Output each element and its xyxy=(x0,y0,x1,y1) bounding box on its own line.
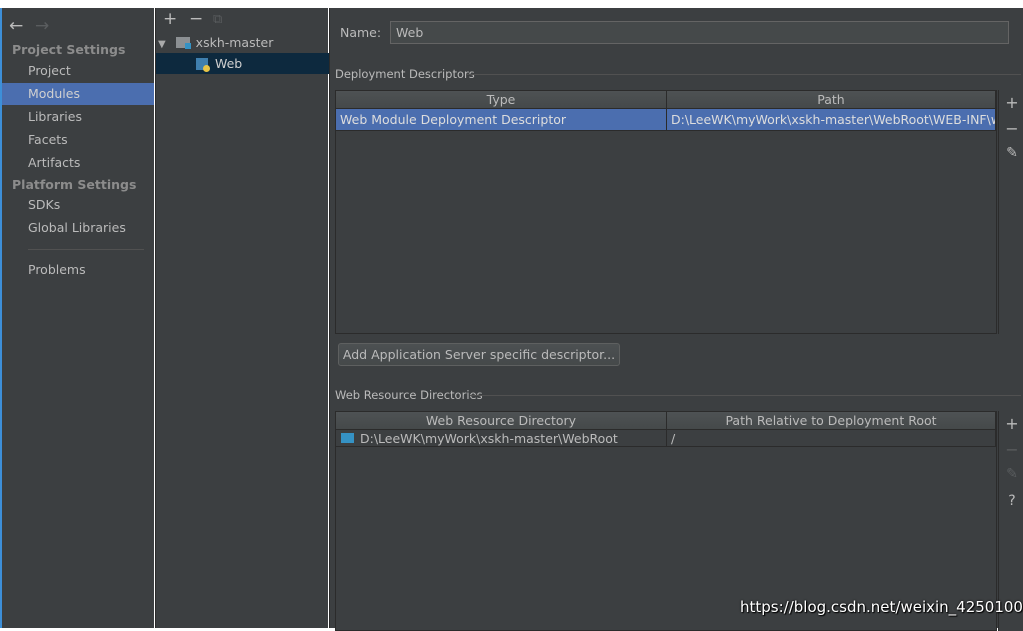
web-facet-icon xyxy=(196,58,210,72)
edit-pencil-icon[interactable]: ✎ xyxy=(999,466,1023,482)
cell-directory: D:\LeeWK\myWork\xskh-master\WebRoot xyxy=(336,430,667,447)
sidebar-item-problems[interactable]: Problems xyxy=(2,259,154,281)
column-header-type[interactable]: Type xyxy=(336,91,667,109)
section-divider xyxy=(470,395,1021,396)
name-input[interactable] xyxy=(390,21,1009,44)
edit-pencil-icon[interactable]: ✎ xyxy=(999,145,1023,161)
section-divider xyxy=(466,74,1021,75)
help-icon[interactable]: ? xyxy=(999,493,1023,509)
sidebar-item-artifacts[interactable]: Artifacts xyxy=(2,152,154,174)
web-resource-directories-title: Web Resource Directories xyxy=(335,388,483,402)
name-label: Name: xyxy=(340,25,382,40)
watermark: https://blog.csdn.net/weixin_42501009 xyxy=(740,598,1023,616)
table-row[interactable]: Web Module Deployment Descriptor D:\LeeW… xyxy=(336,109,996,131)
add-icon[interactable]: + xyxy=(999,93,1023,112)
deployment-descriptors-title: Deployment Descriptors xyxy=(335,67,475,81)
remove-icon[interactable]: − xyxy=(189,9,203,29)
tree-node-xskh-master[interactable]: ▼ xskh-master xyxy=(158,34,328,52)
platform-settings-header: Platform Settings xyxy=(12,177,137,192)
copy-icon[interactable]: ⧉ xyxy=(213,12,222,27)
table-row[interactable]: D:\LeeWK\myWork\xskh-master\WebRoot / xyxy=(336,430,996,447)
column-header-path[interactable]: Path xyxy=(667,91,996,109)
cell-type: Web Module Deployment Descriptor xyxy=(336,109,667,131)
expand-triangle-icon[interactable]: ▼ xyxy=(158,39,166,50)
sidebar-item-project[interactable]: Project xyxy=(2,60,154,82)
cell-path: D:\LeeWK\myWork\xskh-master\WebRoot\WEB-… xyxy=(667,109,996,131)
add-server-descriptor-button[interactable]: Add Application Server specific descript… xyxy=(338,343,620,366)
sidebar-item-libraries[interactable]: Libraries xyxy=(2,106,154,128)
sidebar-divider xyxy=(28,249,144,250)
remove-icon[interactable]: − xyxy=(999,119,1023,138)
descriptors-side-toolbar: + − ✎ xyxy=(998,90,1023,334)
back-arrow-icon[interactable]: ← xyxy=(9,16,23,36)
forward-arrow-icon[interactable]: → xyxy=(35,16,49,36)
tree-node-label: Web xyxy=(214,56,243,71)
cell-relative-path: / xyxy=(667,430,996,447)
deployment-descriptors-table: Type Path Web Module Deployment Descript… xyxy=(335,90,997,334)
module-folder-icon xyxy=(175,37,191,49)
sidebar-item-facets[interactable]: Facets xyxy=(2,129,154,151)
folder-icon xyxy=(341,433,354,443)
column-header-web-resource-directory[interactable]: Web Resource Directory xyxy=(336,412,667,430)
tree-node-label: xskh-master xyxy=(195,35,274,50)
sidebar: ← → Project Settings Project Modules Lib… xyxy=(0,8,154,628)
module-details-panel: Name: Deployment Descriptors Type Path W… xyxy=(329,8,1023,631)
add-icon[interactable]: + xyxy=(163,9,177,29)
cell-directory-text: D:\LeeWK\myWork\xskh-master\WebRoot xyxy=(360,431,618,446)
add-icon[interactable]: + xyxy=(999,414,1023,433)
project-settings-header: Project Settings xyxy=(12,42,126,57)
tree-node-web[interactable]: Web xyxy=(156,53,329,74)
sidebar-item-global-libraries[interactable]: Global Libraries xyxy=(2,217,154,239)
remove-icon[interactable]: − xyxy=(999,440,1023,459)
sidebar-item-sdks[interactable]: SDKs xyxy=(2,194,154,216)
module-tree-panel: + − ⧉ ▼ xskh-master Web xyxy=(155,8,329,628)
top-strip xyxy=(0,0,1023,8)
sidebar-item-modules[interactable]: Modules xyxy=(2,83,154,105)
column-header-relative-path[interactable]: Path Relative to Deployment Root xyxy=(667,412,996,430)
